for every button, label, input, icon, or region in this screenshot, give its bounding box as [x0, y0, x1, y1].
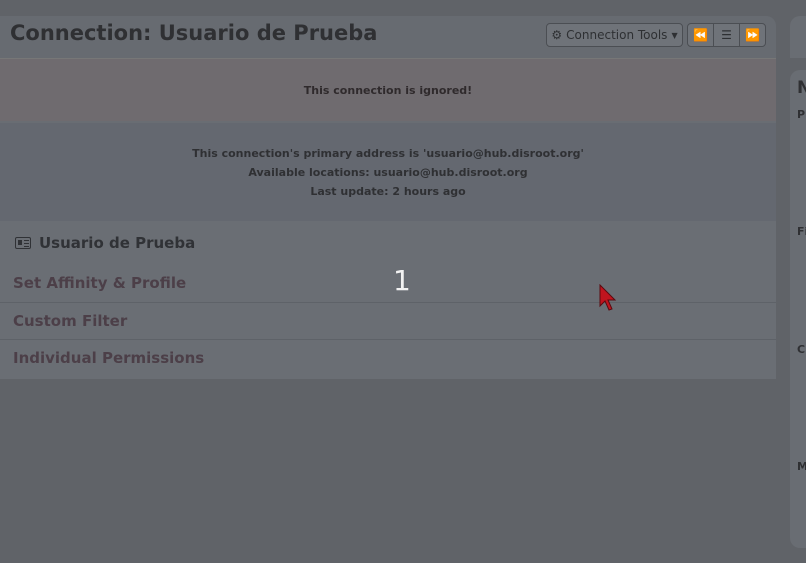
- set-affinity-profile-label: Set Affinity & Profile: [13, 274, 187, 292]
- connection-tools-label: Connection Tools: [566, 28, 668, 42]
- page-header: Connection: Usuario de Prueba ⚙ Connecti…: [0, 16, 776, 58]
- set-affinity-profile-link[interactable]: Set Affinity & Profile: [0, 265, 776, 301]
- overlay-step-number: 1: [393, 264, 411, 297]
- contact-name: Usuario de Prueba: [39, 234, 196, 252]
- contact-heading: Usuario de Prueba: [15, 234, 195, 252]
- custom-filter-link[interactable]: Custom Filter: [0, 302, 776, 338]
- individual-permissions-label: Individual Permissions: [13, 348, 205, 367]
- right-panel-label-fi: Fi: [797, 225, 806, 238]
- menu-button[interactable]: ☰: [713, 23, 740, 47]
- mouse-cursor-icon: [599, 284, 617, 311]
- connection-info: This connection's primary address is 'us…: [0, 123, 776, 221]
- available-locations-text: Available locations: usuario@hub.disroot…: [248, 165, 528, 179]
- forward-icon: ⏩: [745, 28, 760, 42]
- navigation-button-group: ⏪ ☰ ⏩: [687, 23, 766, 47]
- gear-icon: ⚙: [551, 28, 563, 42]
- ignored-alert: This connection is ignored!: [0, 58, 776, 121]
- contact-card-icon: [15, 237, 31, 249]
- individual-permissions-link[interactable]: Individual Permissions: [0, 339, 776, 375]
- list-icon: ☰: [721, 28, 732, 42]
- right-panel-label-p: P: [797, 108, 806, 121]
- right-panel-heading: N: [797, 78, 806, 98]
- primary-address-text: This connection's primary address is 'us…: [192, 146, 584, 160]
- next-button[interactable]: ⏩: [739, 23, 766, 47]
- toolbar: ⚙ Connection Tools ▼ ⏪ ☰ ⏩: [546, 23, 766, 47]
- backward-icon: ⏪: [693, 28, 708, 42]
- right-panel-label-c: C: [797, 343, 806, 356]
- right-side-panel: N P Fi C M: [790, 70, 806, 548]
- previous-button[interactable]: ⏪: [687, 23, 714, 47]
- custom-filter-label: Custom Filter: [13, 311, 128, 330]
- alert-message: This connection is ignored!: [303, 83, 473, 97]
- last-update-text: Last update: 2 hours ago: [310, 184, 466, 198]
- page-title: Connection: Usuario de Prueba: [10, 21, 378, 45]
- connection-tools-button[interactable]: ⚙ Connection Tools ▼: [546, 23, 683, 47]
- right-panel-label-m: M: [797, 460, 806, 473]
- right-header-panel: [790, 16, 806, 58]
- connection-panel: Connection: Usuario de Prueba ⚙ Connecti…: [0, 16, 776, 379]
- connection-actions-section: Usuario de Prueba Set Affinity & Profile…: [0, 221, 776, 379]
- caret-down-icon: ▼: [671, 30, 678, 40]
